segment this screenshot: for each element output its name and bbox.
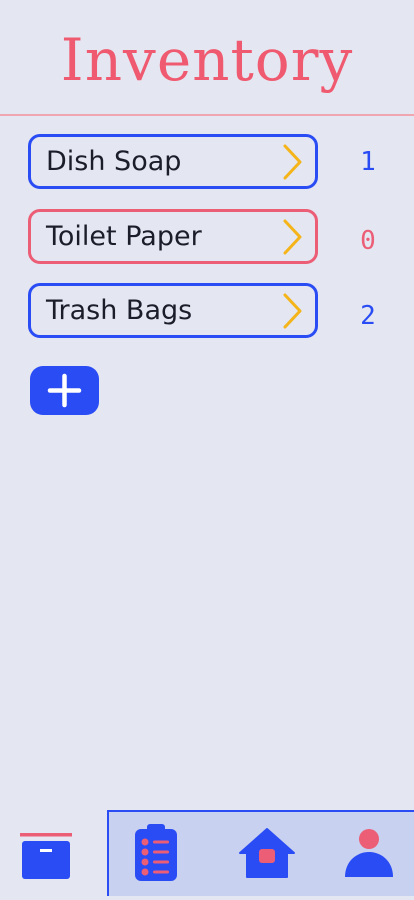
page-title: Inventory — [60, 26, 354, 94]
item-label: Trash Bags — [46, 295, 193, 326]
tab-inventory[interactable] — [0, 809, 107, 896]
app-header: Inventory — [0, 0, 414, 116]
tab-home[interactable] — [217, 809, 317, 896]
tab-checklist[interactable] — [107, 809, 207, 896]
inventory-box-icon — [20, 833, 72, 879]
chevron-right-icon — [283, 293, 302, 329]
home-icon — [239, 828, 295, 878]
profile-icon — [345, 829, 393, 877]
item-label: Dish Soap — [46, 146, 182, 177]
bottom-tab-bar — [0, 809, 414, 896]
checklist-icon — [135, 824, 177, 881]
add-item-button[interactable] — [30, 366, 99, 415]
plus-icon — [47, 373, 82, 408]
tab-profile[interactable] — [319, 809, 414, 896]
item-label: Toilet Paper — [46, 221, 202, 252]
inventory-item-dish-soap[interactable]: Dish Soap — [28, 134, 318, 189]
inventory-item-trash-bags[interactable]: Trash Bags — [28, 283, 318, 338]
item-count: 2 — [360, 301, 376, 331]
inventory-item-toilet-paper[interactable]: Toilet Paper — [28, 209, 318, 264]
chevron-right-icon — [283, 144, 302, 180]
chevron-right-icon — [283, 219, 302, 255]
item-count: 1 — [360, 147, 376, 177]
item-count: 0 — [360, 226, 376, 256]
